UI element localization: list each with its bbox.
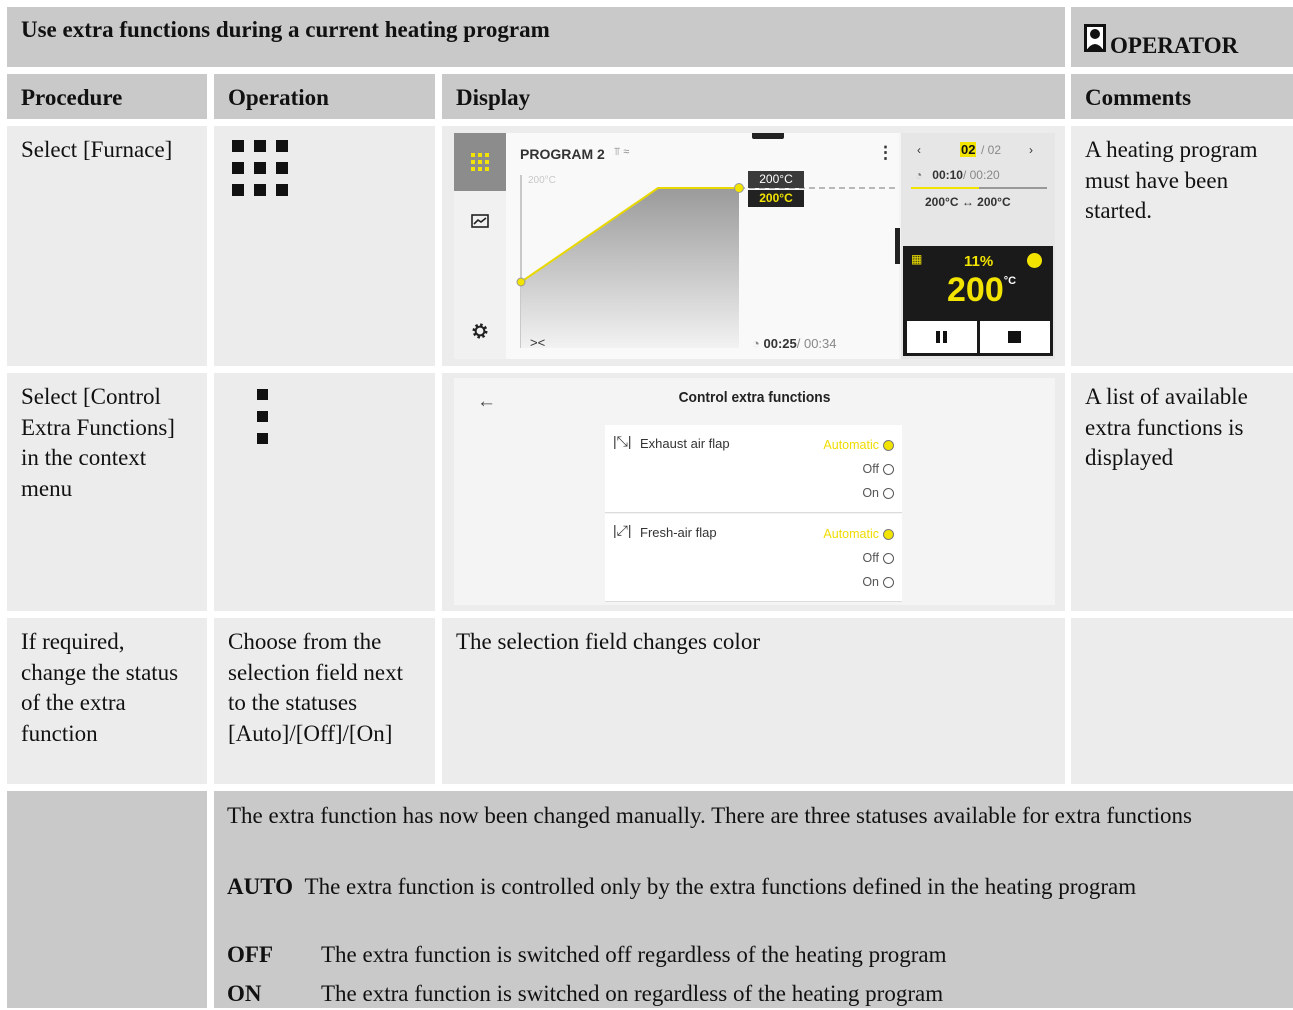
comment-cell: A list of available extra functions is d…	[1071, 373, 1293, 611]
option-label: Automatic	[823, 438, 879, 452]
power-value: 11%	[964, 253, 994, 270]
radio-selected[interactable]	[883, 440, 894, 452]
heater-icon: ▦	[911, 252, 923, 266]
collapse-icon[interactable]: ><	[530, 335, 545, 350]
radio[interactable]	[883, 488, 894, 500]
segment-progress	[911, 187, 1047, 189]
clock-icon: ◔	[752, 336, 760, 351]
option-on[interactable]: On	[862, 575, 894, 589]
extra-function-name: Exhaust air flap	[640, 436, 730, 451]
option-label: On	[862, 486, 879, 500]
radio-selected[interactable]	[883, 529, 894, 541]
title-cell: Use extra functions during a current hea…	[7, 7, 1065, 67]
option-label: Off	[862, 551, 879, 565]
program-curve	[516, 175, 899, 348]
temperature-value: 200°C	[947, 270, 1016, 310]
setpoint-label-2: 200°C	[748, 190, 804, 207]
status-key: AUTO	[227, 874, 294, 899]
segment-total: / 02	[981, 143, 1002, 157]
status-key: ON	[227, 981, 262, 1006]
total-time: ◔ 00:25/ 00:34	[752, 336, 837, 351]
segment-current: 02	[960, 142, 977, 157]
chart-icon[interactable]	[471, 214, 489, 228]
extra-function-card: |⤢| Fresh-air flap Automatic Off On	[605, 514, 902, 602]
status-text: The extra function is switched off regar…	[321, 942, 947, 967]
vertical-dots-icon	[257, 389, 269, 447]
furnace-screen: PROGRAM 2 ⫪ ≈ ⋮ 200°C 200°C 200°C >< ◔ 0…	[454, 133, 1055, 359]
radio[interactable]	[883, 464, 894, 476]
status-text: The extra function is controlled only by…	[304, 874, 1137, 899]
screen-title: Control extra functions	[678, 389, 831, 406]
note-cell: The extra function has now been changed …	[214, 791, 1293, 1008]
fresh-air-flap-icon: |⤢|	[613, 522, 632, 538]
col-header-procedure: Procedure	[7, 74, 207, 119]
col-header-comments: Comments	[1071, 74, 1293, 119]
stop-icon	[1008, 331, 1021, 343]
furnace-tab[interactable]	[454, 133, 506, 191]
setpoint-label-1: 200°C	[748, 171, 804, 188]
operation-cell: Choose from the selection field next to …	[214, 618, 435, 784]
gear-icon[interactable]	[471, 322, 489, 340]
exhaust-flap-icon: |⤡|	[613, 433, 632, 449]
pause-icon	[936, 331, 940, 343]
fan-icon	[1027, 253, 1042, 268]
option-off[interactable]: Off	[863, 551, 894, 565]
col-header-operation: Operation	[214, 74, 435, 119]
extra-function-card: |⤡| Exhaust air flap Automatic Off On	[605, 425, 902, 513]
note-status-off: OFF The extra function is switched off re…	[227, 940, 946, 971]
operation-cell	[214, 126, 435, 366]
furnace-status-panel: ▦ 11% 200°C	[903, 246, 1053, 356]
stop-button[interactable]	[980, 321, 1050, 353]
segment-time-total: / 00:20	[962, 168, 1000, 182]
temperature-unit: °C	[1003, 275, 1017, 287]
option-label: Automatic	[823, 527, 879, 541]
extra-function-name: Fresh-air flap	[640, 525, 717, 540]
note-left-cell	[7, 791, 207, 1008]
operation-cell	[214, 373, 435, 611]
procedure-cell: Select [Control Extra Functions] in the …	[7, 373, 207, 611]
role-cell: OPERATOR	[1071, 7, 1293, 67]
pause-button[interactable]	[907, 321, 977, 353]
panel-handle	[895, 228, 900, 264]
display-cell: The selection field changes color	[442, 618, 1065, 784]
segment-range: 200°C ↔ 200°C	[925, 195, 1011, 209]
option-automatic[interactable]: Automatic	[823, 527, 894, 541]
person-icon	[1084, 24, 1106, 52]
extra-functions-screen: ← Control extra functions |⤡| Exhaust ai…	[454, 378, 1055, 605]
note-status-auto: AUTO The extra function is controlled on…	[227, 872, 1267, 903]
option-label: Off	[862, 462, 879, 476]
grid-3x3-icon	[471, 153, 489, 171]
role-label: OPERATOR	[1110, 33, 1239, 58]
temperature-number: 200	[947, 271, 1004, 309]
status-key: OFF	[227, 942, 273, 967]
comment-cell	[1071, 618, 1293, 784]
grid-3x3-icon	[232, 140, 294, 202]
total-time-elapsed: 00:25	[763, 336, 797, 351]
segment-next-icon[interactable]: ›	[1029, 143, 1033, 157]
segment-prev-icon[interactable]: ‹	[917, 143, 921, 157]
option-automatic[interactable]: Automatic	[823, 438, 894, 452]
clock-icon: ◔	[915, 168, 923, 182]
procedure-cell: Select [Furnace]	[7, 126, 207, 366]
col-header-display: Display	[442, 74, 1065, 119]
note-status-on: ON The extra function is switched on rega…	[227, 979, 943, 1010]
total-time-total: / 00:34	[796, 336, 837, 351]
option-on[interactable]: On	[862, 486, 894, 500]
comment-cell: A heating program must have been started…	[1071, 126, 1293, 366]
segment-time: ◔ 00:10/ 00:20	[915, 168, 1000, 182]
radio[interactable]	[883, 577, 894, 589]
radio[interactable]	[883, 553, 894, 565]
procedure-cell: If required, change the status of the ex…	[7, 618, 207, 784]
status-text: The extra function is switched on regard…	[321, 981, 944, 1006]
program-chart-panel: PROGRAM 2 ⫪ ≈ ⋮ 200°C 200°C 200°C >< ◔ 0…	[506, 133, 899, 359]
page-title: Use extra functions during a current hea…	[21, 17, 550, 42]
segment-time-elapsed: 00:10	[932, 168, 963, 182]
furnace-sidebar	[454, 133, 506, 359]
note-intro: The extra function has now been changed …	[227, 803, 1192, 828]
option-label: On	[862, 575, 879, 589]
option-off[interactable]: Off	[863, 462, 894, 476]
